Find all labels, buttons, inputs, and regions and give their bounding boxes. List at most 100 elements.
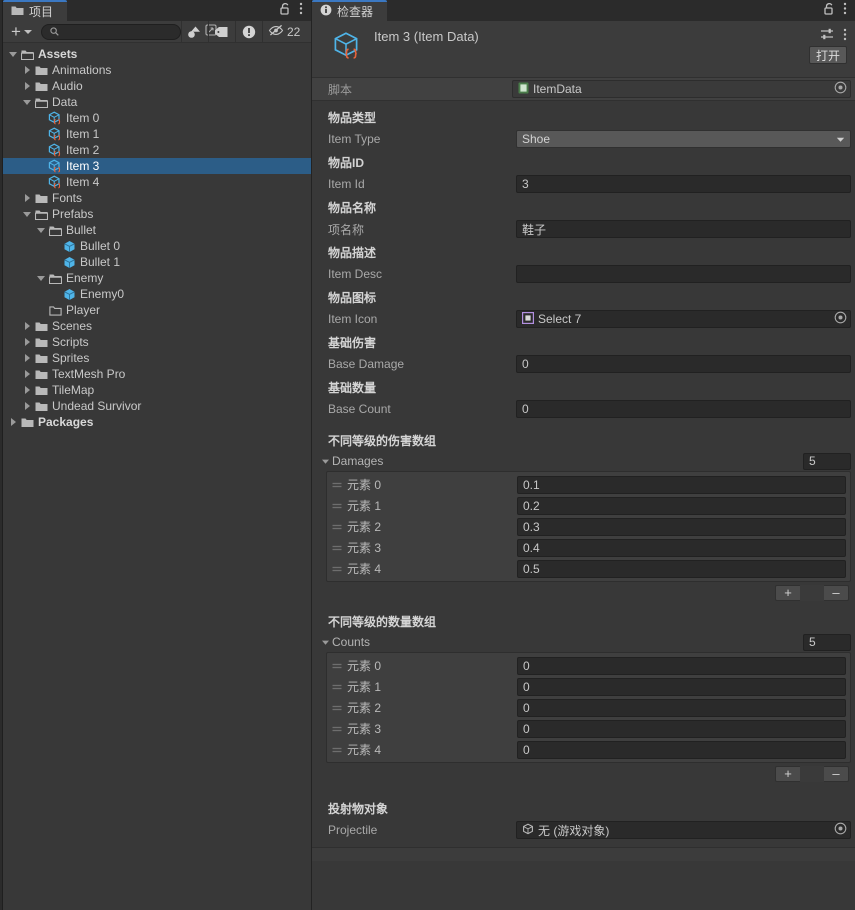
drag-handle-icon[interactable] — [327, 502, 347, 510]
array-element-input[interactable]: 0 — [517, 719, 846, 738]
text-input-field[interactable]: 0 — [516, 400, 851, 418]
expand-arrow-expanded-icon[interactable] — [35, 227, 47, 233]
tree-item-tilemap[interactable]: TileMap — [3, 382, 311, 398]
tree-item-animations[interactable]: Animations — [3, 62, 311, 78]
expand-arrow-collapsed-icon[interactable] — [21, 386, 33, 394]
array-element-input[interactable]: 0 — [517, 740, 846, 759]
drag-handle-icon[interactable] — [327, 725, 347, 733]
expand-arrow-collapsed-icon[interactable] — [21, 322, 33, 330]
array-element-input[interactable]: 0 — [517, 656, 846, 675]
array-element-input[interactable]: 0.1 — [517, 475, 846, 494]
array-size-input[interactable]: 5 — [803, 633, 851, 651]
field-value: 3 — [522, 177, 529, 191]
drag-handle-icon[interactable] — [327, 481, 347, 489]
drag-handle-icon[interactable] — [327, 704, 347, 712]
expand-arrow-expanded-icon[interactable] — [35, 275, 47, 281]
preset-settings-icon[interactable] — [820, 27, 834, 44]
tree-item-packages[interactable]: Packages — [3, 414, 311, 430]
tree-item-scenes[interactable]: Scenes — [3, 318, 311, 334]
drag-handle-icon[interactable] — [327, 544, 347, 552]
tab-inspector[interactable]: 检查器 — [312, 0, 388, 21]
array-element-input[interactable]: 0 — [517, 677, 846, 696]
drag-handle-icon[interactable] — [327, 565, 347, 573]
tree-item-sprites[interactable]: Sprites — [3, 350, 311, 366]
kebab-menu-icon[interactable] — [299, 2, 303, 18]
expand-arrow-expanded-icon[interactable] — [21, 99, 33, 105]
chevron-down-icon — [23, 29, 32, 34]
tree-item-item-1[interactable]: Item 1 — [3, 126, 311, 142]
tree-item-fonts[interactable]: Fonts — [3, 190, 311, 206]
kebab-menu-icon[interactable] — [843, 28, 847, 44]
folder-open-icon — [47, 273, 63, 284]
array-add-button[interactable]: + — [776, 767, 800, 781]
expand-arrow-collapsed-icon[interactable] — [21, 82, 33, 90]
search-field[interactable] — [40, 23, 217, 40]
text-input-field[interactable]: 鞋子 — [516, 220, 851, 238]
text-input-field[interactable]: 3 — [516, 175, 851, 193]
object-picker-icon[interactable] — [834, 822, 847, 838]
object-picker-icon[interactable] — [834, 81, 847, 97]
triangle-down-icon[interactable] — [318, 457, 332, 466]
drag-handle-icon[interactable] — [327, 746, 347, 754]
expand-arrow-expanded-icon[interactable] — [21, 211, 33, 217]
tree-item-prefabs[interactable]: Prefabs — [3, 206, 311, 222]
kebab-menu-icon[interactable] — [843, 2, 847, 18]
tree-item-bullet-0[interactable]: Bullet 0 — [3, 238, 311, 254]
tree-item-textmesh-pro[interactable]: TextMesh Pro — [3, 366, 311, 382]
array-element-list: 元素 0 0.1 元素 1 0.2 元素 2 0.3 元素 3 0.4 元素 4 0.5 — [326, 471, 851, 582]
tree-item-item-0[interactable]: Item 0 — [3, 110, 311, 126]
create-asset-button[interactable]: + — [3, 21, 39, 43]
expand-arrow-collapsed-icon[interactable] — [21, 402, 33, 410]
tree-item-assets[interactable]: Assets — [3, 46, 311, 62]
tree-item-enemy[interactable]: Enemy — [3, 270, 311, 286]
item-icon-object-field[interactable]: Select 7 — [516, 310, 851, 328]
drag-handle-icon[interactable] — [327, 662, 347, 670]
tree-item-scripts[interactable]: Scripts — [3, 334, 311, 350]
tree-item-player[interactable]: Player — [3, 302, 311, 318]
tree-item-bullet-1[interactable]: Bullet 1 — [3, 254, 311, 270]
triangle-down-icon[interactable] — [318, 638, 332, 647]
script-object-field[interactable]: ItemData — [512, 80, 851, 98]
array-add-button[interactable]: + — [776, 586, 800, 600]
tree-item-item-2[interactable]: Item 2 — [3, 142, 311, 158]
expand-arrow-collapsed-icon[interactable] — [21, 66, 33, 74]
projectile-object-field[interactable]: 无 (游戏对象) — [516, 821, 851, 839]
open-button[interactable]: 打开 — [808, 46, 847, 64]
array-element-input[interactable]: 0.2 — [517, 496, 846, 515]
tree-item-undead-survivor[interactable]: Undead Survivor — [3, 398, 311, 414]
tree-item-enemy0[interactable]: Enemy0 — [3, 286, 311, 302]
expand-arrow-collapsed-icon[interactable] — [7, 418, 19, 426]
expand-arrow-collapsed-icon[interactable] — [21, 338, 33, 346]
text-input-field[interactable]: 0 — [516, 355, 851, 373]
tree-item-item-3[interactable]: Item 3 — [3, 158, 311, 174]
array-size-input[interactable]: 5 — [803, 452, 851, 470]
tab-project[interactable]: 项目 — [3, 0, 68, 21]
text-input-field[interactable] — [516, 265, 851, 283]
tree-item-audio[interactable]: Audio — [3, 78, 311, 94]
filter-by-type-icon[interactable] — [182, 21, 208, 43]
folder-icon — [19, 417, 35, 428]
lock-open-icon[interactable] — [280, 2, 291, 18]
filter-by-label-icon[interactable] — [209, 21, 235, 43]
drag-handle-icon[interactable] — [327, 683, 347, 691]
expand-arrow-collapsed-icon[interactable] — [21, 370, 33, 378]
expand-arrow-expanded-icon[interactable] — [7, 51, 19, 57]
tree-item-bullet[interactable]: Bullet — [3, 222, 311, 238]
tree-item-item-4[interactable]: Item 4 — [3, 174, 311, 190]
hidden-assets-toggle[interactable]: 22 — [263, 24, 300, 39]
expand-arrow-collapsed-icon[interactable] — [21, 194, 33, 202]
expand-arrow-collapsed-icon[interactable] — [21, 354, 33, 362]
object-picker-icon[interactable] — [834, 311, 847, 327]
filter-by-error-icon[interactable] — [236, 21, 262, 43]
tree-item-data[interactable]: Data — [3, 94, 311, 110]
drag-handle-icon[interactable] — [327, 523, 347, 531]
array-element-input[interactable]: 0 — [517, 698, 846, 717]
array-remove-button[interactable]: – — [824, 767, 848, 781]
lock-open-icon[interactable] — [824, 2, 835, 18]
array-element-input[interactable]: 0.4 — [517, 538, 846, 557]
item-type-dropdown[interactable]: Shoe — [516, 130, 851, 148]
array-remove-button[interactable]: – — [824, 586, 848, 600]
array-element-input[interactable]: 0.5 — [517, 559, 846, 578]
array-element-input[interactable]: 0.3 — [517, 517, 846, 536]
project-asset-tree[interactable]: Assets Animations Audio Data Item 0 Item 1 Ite… — [3, 43, 311, 910]
